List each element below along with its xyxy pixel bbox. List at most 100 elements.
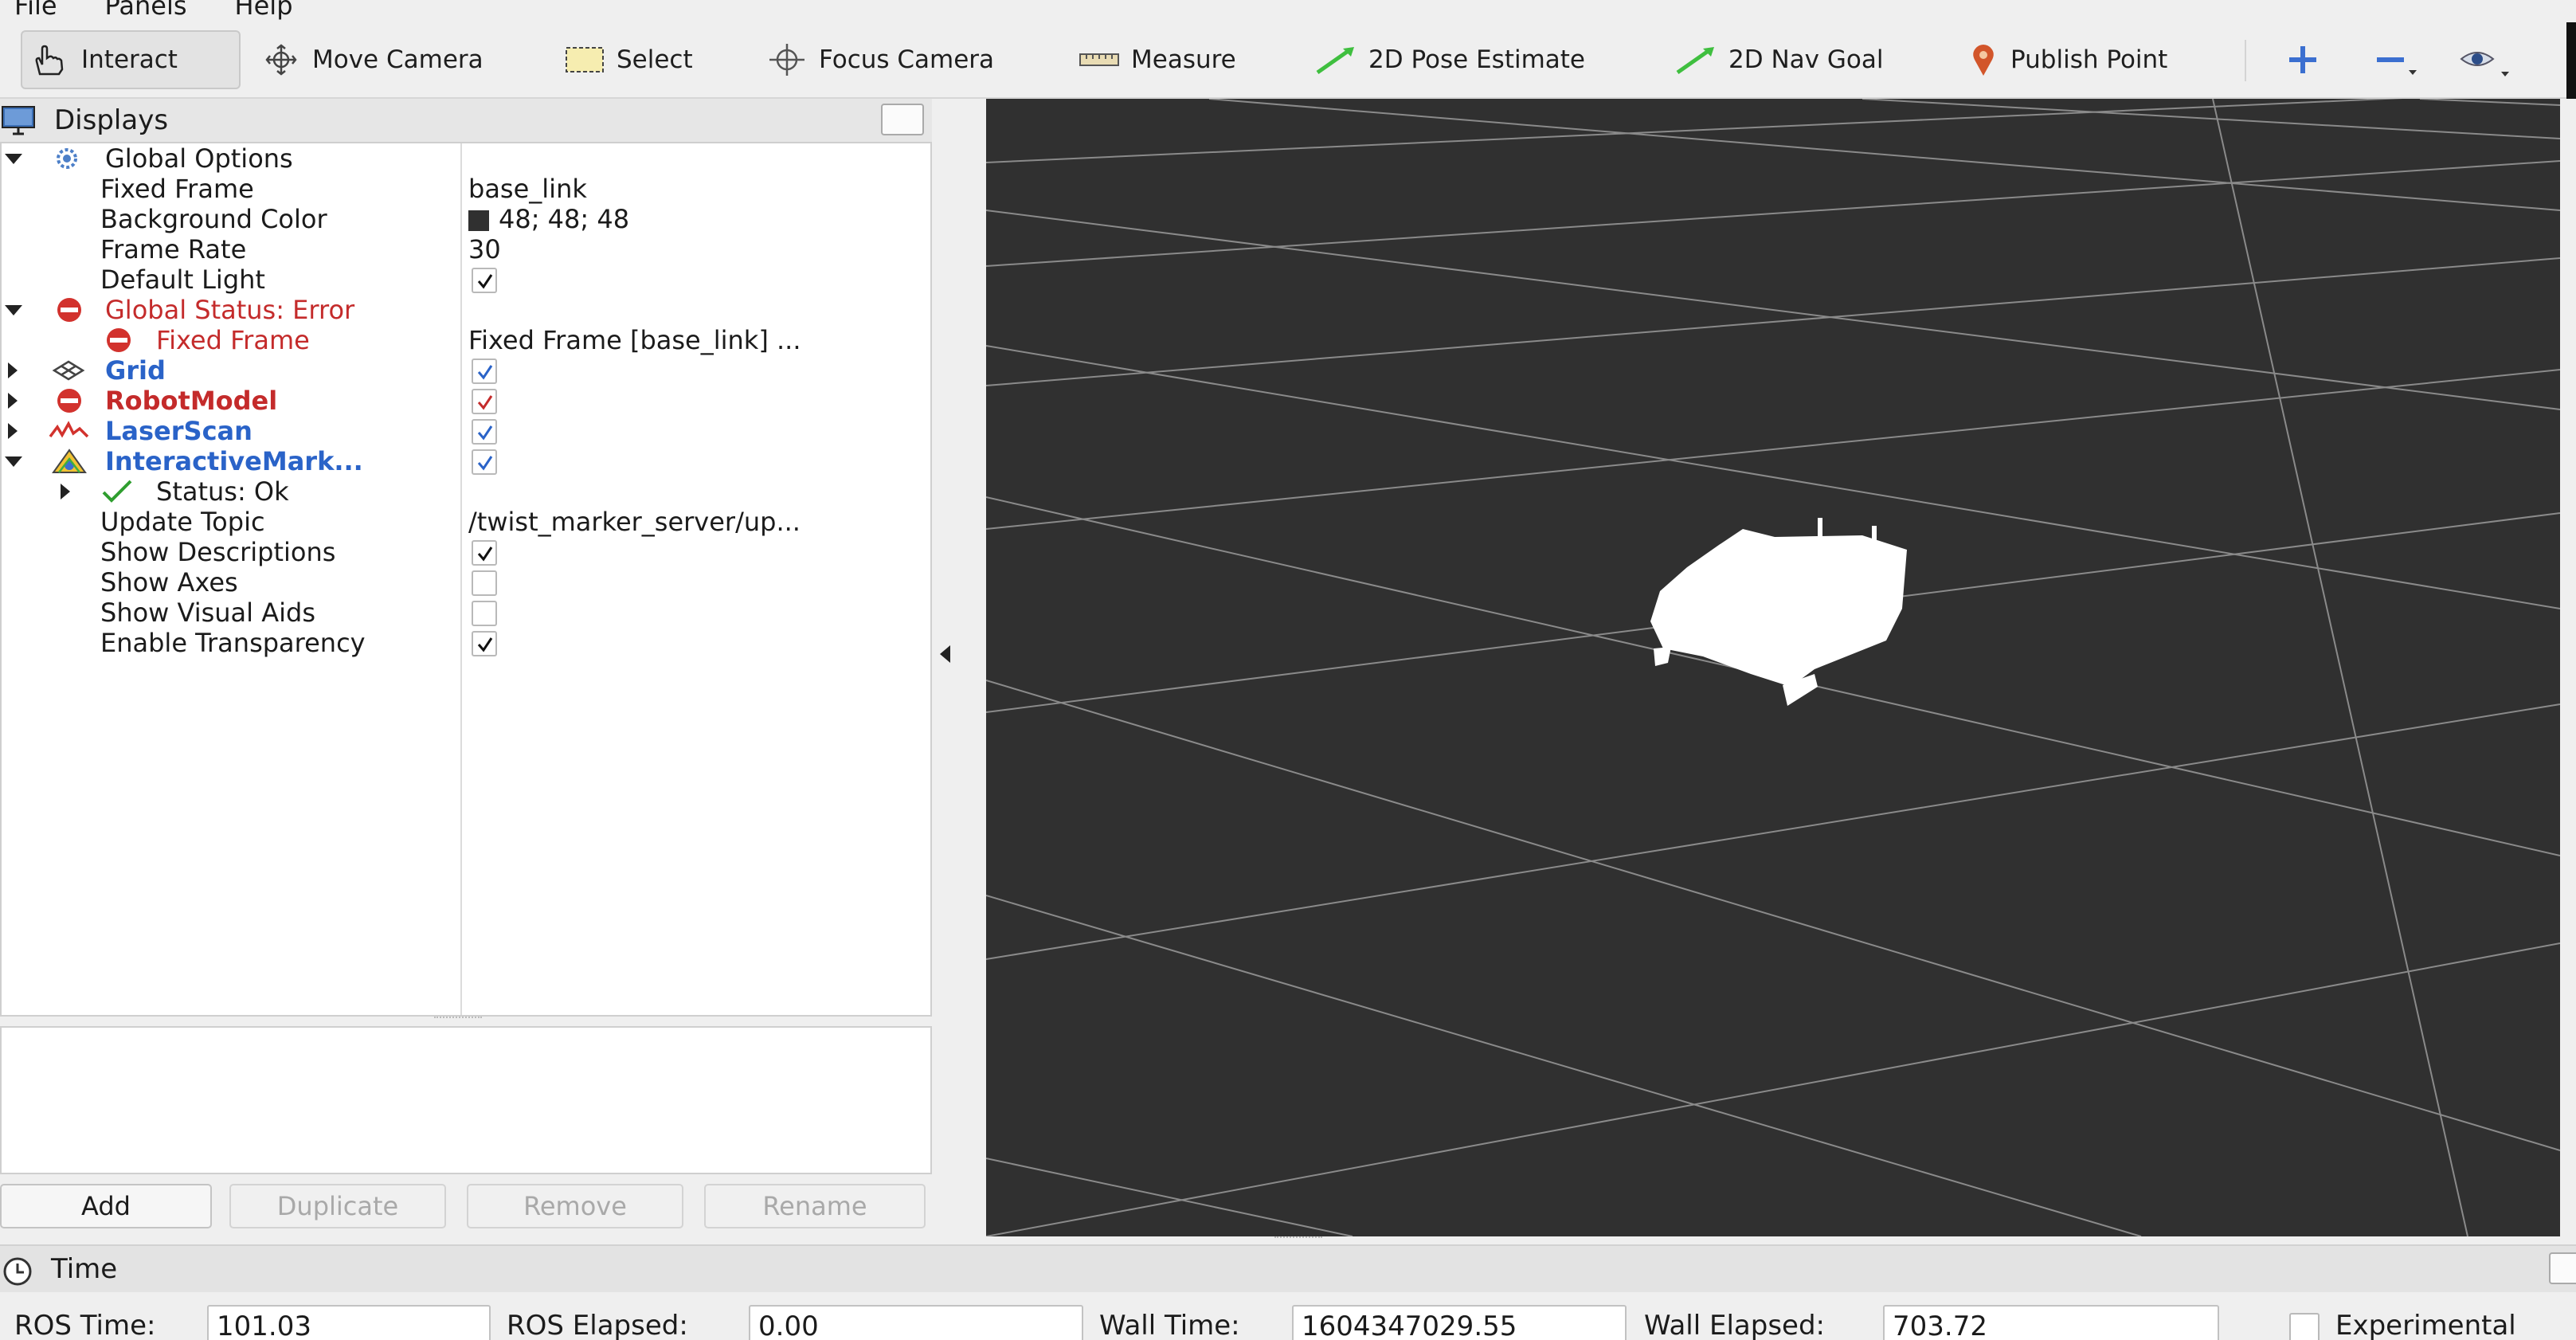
map-pin-icon	[1973, 45, 1994, 76]
checkmark-icon	[477, 365, 493, 380]
update-topic-value[interactable]: /twist_marker_server/up...	[468, 507, 801, 537]
move-camera-icon	[265, 44, 297, 76]
panel-float-button[interactable]	[2549, 1252, 2576, 1284]
show-visual-aids-checkbox[interactable]	[472, 601, 497, 626]
background-color-value-cell[interactable]: 48; 48; 48	[468, 204, 629, 234]
tree-row-status-ok[interactable]: Status: Ok	[2, 476, 930, 507]
tree-row-laser-scan[interactable]: LaserScan	[2, 416, 930, 446]
interactive-markers-checkbox[interactable]	[472, 449, 497, 475]
menu-file[interactable]: File	[14, 0, 57, 21]
expand-arrow-icon[interactable]	[8, 393, 18, 409]
wall-elapsed-field[interactable]: 703.72	[1883, 1305, 2219, 1340]
pose-estimate-label: 2D Pose Estimate	[1368, 45, 1586, 74]
global-options-label: Global Options	[105, 143, 293, 174]
focus-camera-label: Focus Camera	[819, 45, 995, 74]
menu-panels[interactable]: Panels	[105, 0, 187, 21]
move-camera-button[interactable]: Move Camera	[252, 30, 493, 89]
tree-row-global-options[interactable]: Global Options	[2, 143, 930, 174]
fixed-frame-value[interactable]: base_link	[468, 174, 587, 204]
interactive-markers-icon	[52, 449, 87, 473]
wall-time-label: Wall Time:	[1099, 1310, 1240, 1340]
tree-row-show-axes[interactable]: Show Axes	[2, 567, 930, 598]
laser-scan-checkbox[interactable]	[472, 419, 497, 445]
rename-display-button[interactable]: Rename	[704, 1184, 926, 1228]
tree-row-show-descriptions[interactable]: Show Descriptions	[2, 537, 930, 567]
grid-checkbox[interactable]	[472, 359, 497, 384]
show-axes-label: Show Axes	[100, 567, 238, 598]
checkmark-icon	[477, 456, 493, 471]
measure-tool-button[interactable]: Measure	[1069, 30, 1246, 89]
expand-arrow-icon[interactable]	[61, 484, 70, 500]
remove-tool-button[interactable]	[2363, 30, 2434, 89]
tree-row-update-topic[interactable]: Update Topic /twist_marker_server/up...	[2, 507, 930, 537]
show-axes-checkbox[interactable]	[472, 570, 497, 596]
fixed-frame-error-label: Fixed Frame	[156, 325, 310, 355]
expand-arrow-icon[interactable]	[5, 154, 22, 164]
panel-float-button[interactable]	[881, 104, 924, 135]
interact-tool-button[interactable]: Interact	[21, 30, 241, 89]
remove-display-button[interactable]: Remove	[467, 1184, 683, 1228]
select-label: Select	[617, 45, 693, 74]
frame-rate-value[interactable]: 30	[468, 234, 501, 264]
duplicate-display-button[interactable]: Duplicate	[229, 1184, 446, 1228]
tree-row-enable-transparency[interactable]: Enable Transparency	[2, 628, 930, 658]
tree-row-frame-rate[interactable]: Frame Rate 30	[2, 234, 930, 264]
wall-elapsed-label: Wall Elapsed:	[1644, 1310, 1825, 1340]
tree-row-show-visual-aids[interactable]: Show Visual Aids	[2, 598, 930, 628]
ros-time-label: ROS Time:	[14, 1310, 156, 1340]
ros-time-field[interactable]: 101.03	[207, 1305, 491, 1340]
move-camera-label: Move Camera	[312, 45, 483, 74]
collapse-panel-arrow-icon[interactable]	[940, 645, 950, 663]
expand-arrow-icon[interactable]	[5, 456, 22, 467]
frame-rate-label: Frame Rate	[100, 234, 247, 264]
3d-render-view[interactable]	[986, 99, 2560, 1236]
pose-estimate-button[interactable]: 2D Pose Estimate	[1305, 30, 1595, 89]
view-tool-button[interactable]	[2449, 30, 2528, 89]
panel-splitter[interactable]	[434, 1017, 482, 1021]
wall-time-field[interactable]: 1604347029.55	[1292, 1305, 1627, 1340]
color-swatch	[468, 210, 489, 231]
laser-scan-icon	[49, 421, 89, 438]
experimental-checkbox[interactable]	[2289, 1313, 2320, 1340]
tree-row-global-status[interactable]: Global Status: Error	[2, 295, 930, 325]
tree-row-default-light[interactable]: Default Light	[2, 264, 930, 295]
ruler-icon	[1079, 53, 1119, 66]
add-tool-button[interactable]	[2275, 30, 2339, 89]
time-title: Time	[51, 1253, 118, 1285]
expand-arrow-icon[interactable]	[8, 423, 18, 439]
nav-goal-button[interactable]: 2D Nav Goal	[1665, 30, 1893, 89]
tree-row-interactive-markers[interactable]: InteractiveMark...	[2, 446, 930, 476]
expand-arrow-icon[interactable]	[8, 362, 18, 378]
tree-row-grid[interactable]: Grid	[2, 355, 930, 386]
green-arrow-icon	[1316, 47, 1354, 75]
measure-label: Measure	[1131, 45, 1236, 74]
error-icon	[57, 298, 81, 322]
expand-arrow-icon[interactable]	[5, 305, 22, 315]
displays-title: Displays	[54, 104, 169, 136]
checkmark-ok-icon	[102, 480, 132, 503]
fixed-frame-error-value: Fixed Frame [base_link] ...	[468, 325, 801, 355]
checkmark-icon	[477, 395, 493, 410]
property-description-box	[0, 1026, 932, 1174]
enable-transparency-checkbox[interactable]	[472, 631, 497, 656]
grid-label: Grid	[105, 355, 166, 386]
menu-help[interactable]: Help	[235, 0, 293, 21]
tree-row-background-color[interactable]: Background Color 48; 48; 48	[2, 204, 930, 234]
ros-elapsed-field[interactable]: 0.00	[749, 1305, 1083, 1340]
tree-row-robot-model[interactable]: RobotModel	[2, 386, 930, 416]
status-ok-label: Status: Ok	[156, 476, 289, 507]
gear-icon	[57, 148, 77, 169]
publish-point-button[interactable]: Publish Point	[1958, 30, 2177, 89]
view-splitter[interactable]	[1274, 1236, 1322, 1241]
error-icon	[57, 389, 81, 413]
robot-model-checkbox[interactable]	[472, 389, 497, 414]
add-display-button[interactable]: Add	[0, 1184, 212, 1228]
default-light-checkbox[interactable]	[472, 268, 497, 293]
grid-icon	[52, 360, 85, 381]
tree-row-fixed-frame[interactable]: Fixed Frame base_link	[2, 174, 930, 204]
toolbar-separator	[2245, 40, 2246, 81]
show-descriptions-checkbox[interactable]	[472, 540, 497, 566]
tree-row-fixed-frame-error[interactable]: Fixed Frame Fixed Frame [base_link] ...	[2, 325, 930, 355]
select-tool-button[interactable]: Select	[554, 30, 703, 89]
focus-camera-button[interactable]: Focus Camera	[757, 30, 1004, 89]
